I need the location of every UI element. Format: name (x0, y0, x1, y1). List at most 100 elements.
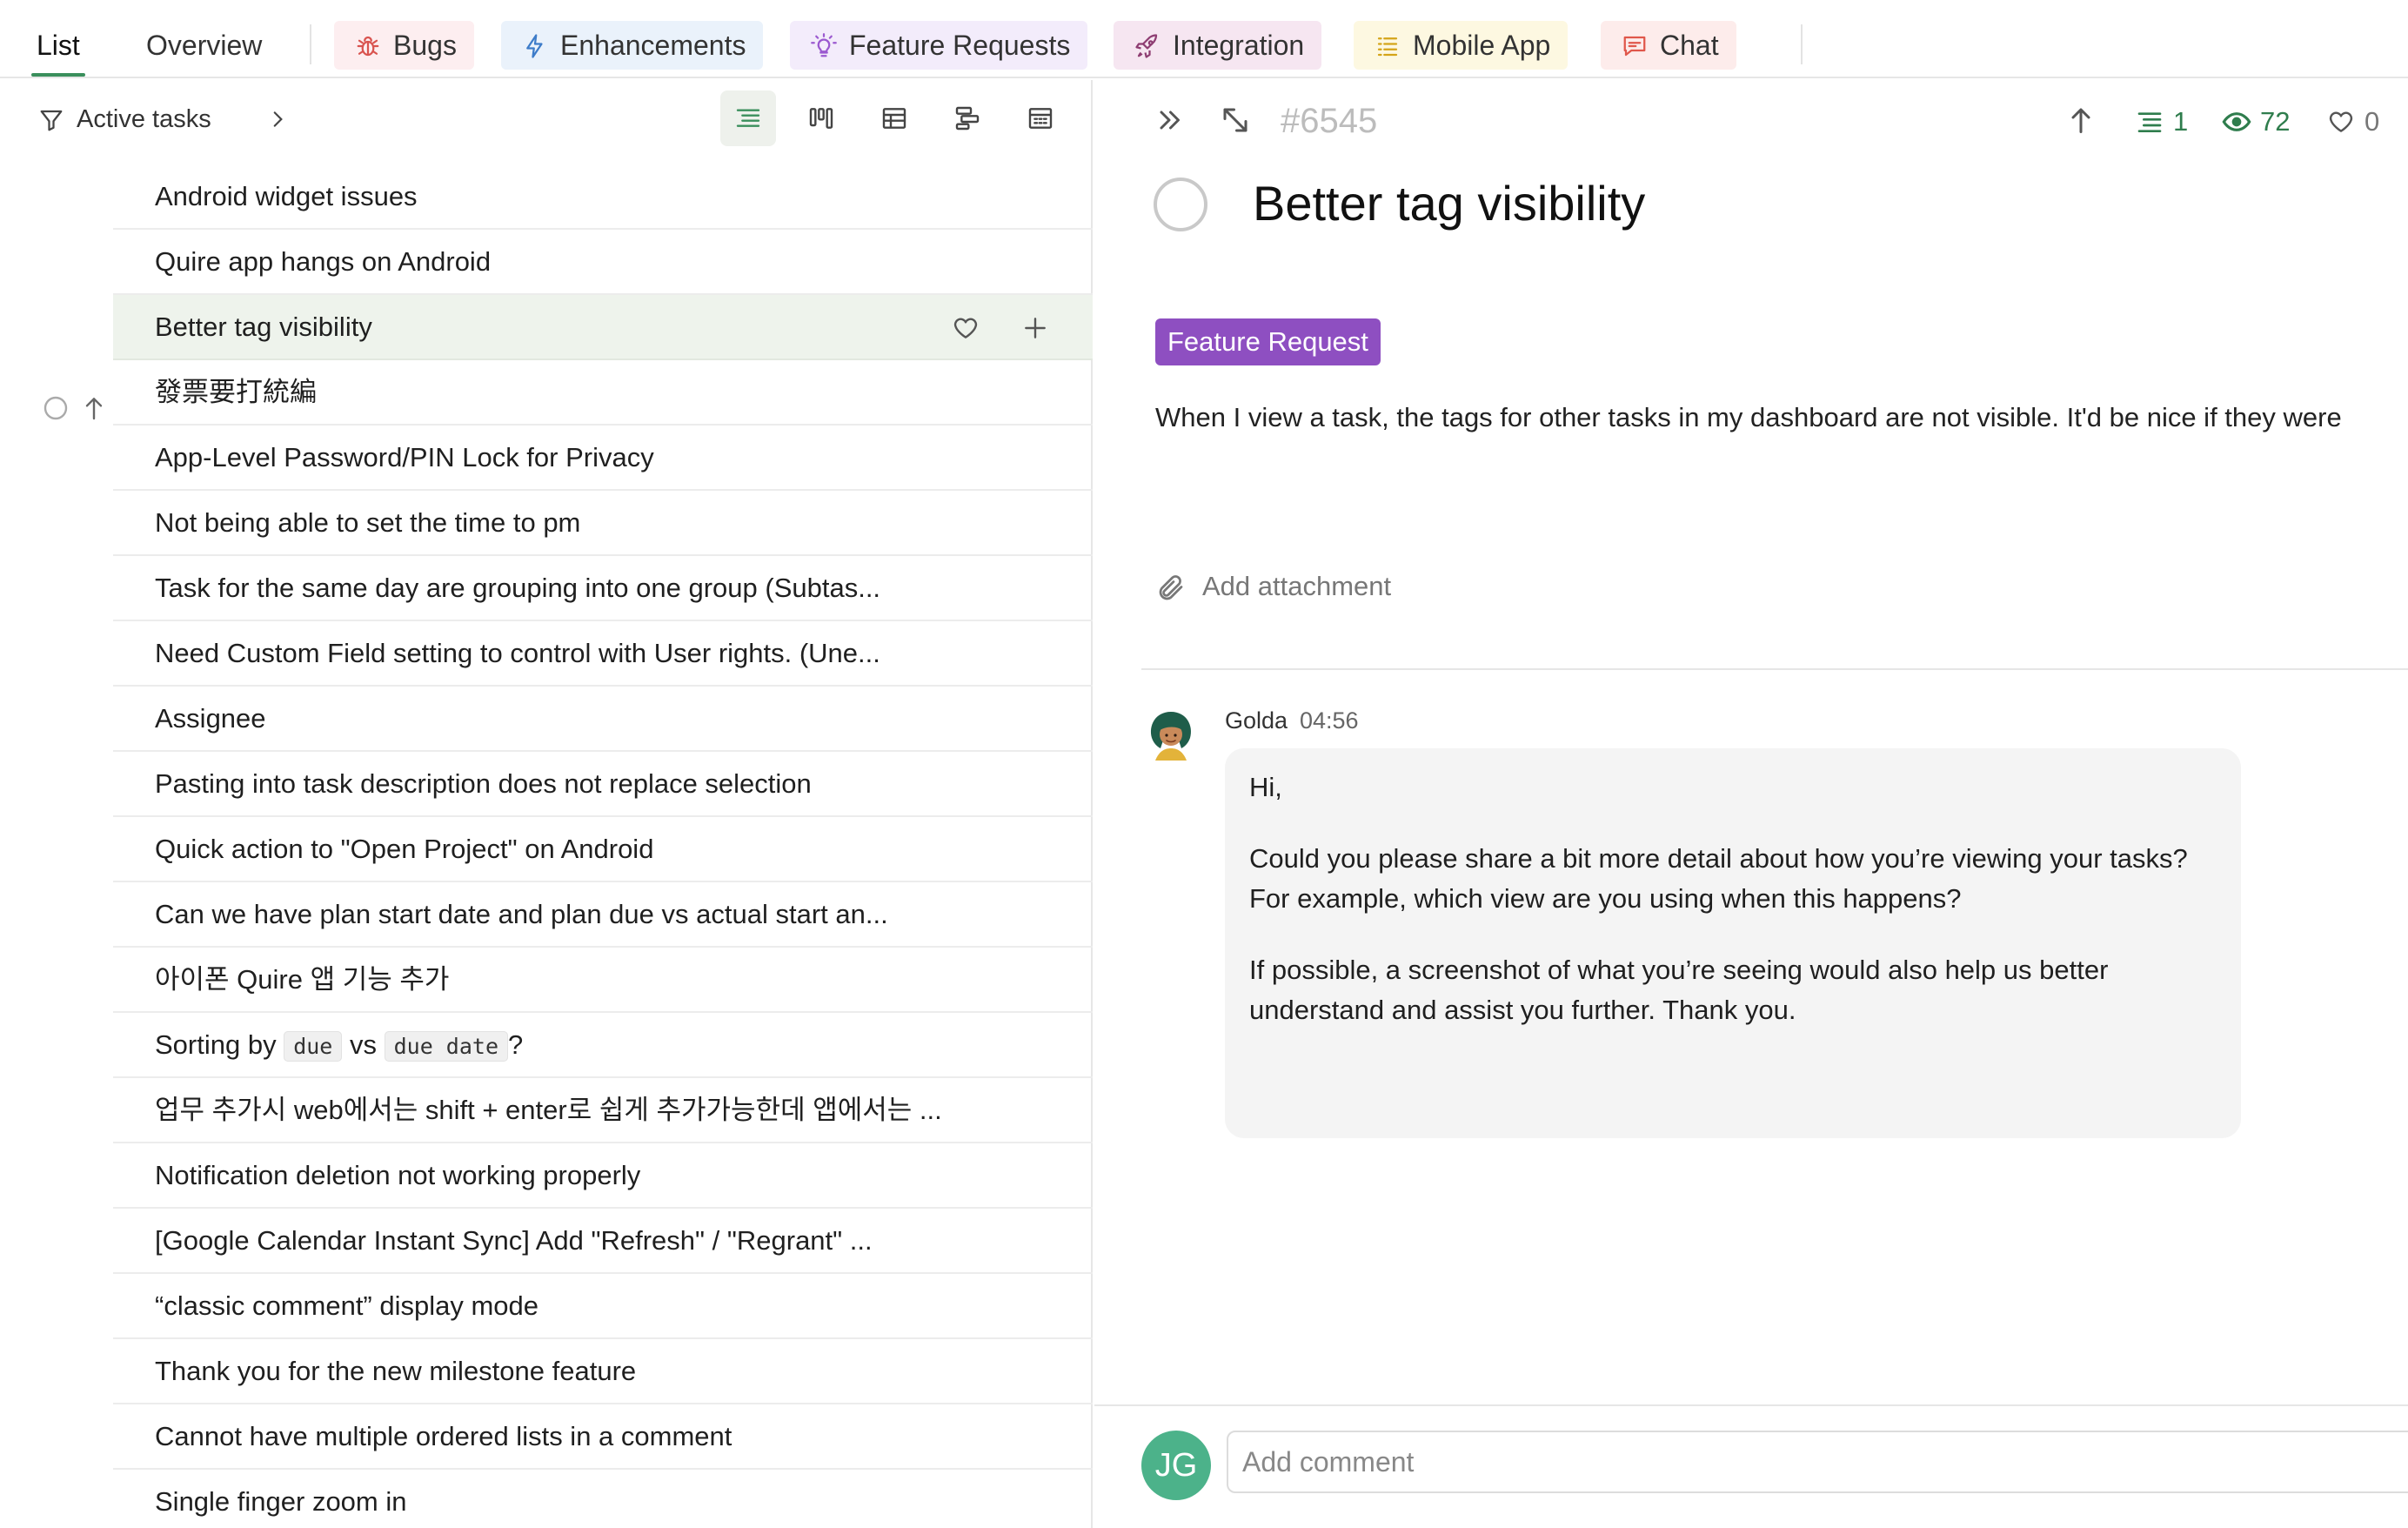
task-row[interactable]: Notification deletion not working proper… (113, 1143, 1093, 1209)
task-row[interactable]: Need Custom Field setting to control wit… (113, 621, 1093, 687)
task-title: 發票要打統編 (155, 377, 317, 407)
task-id: #6545 (1281, 102, 1378, 140)
task-row[interactable]: Single finger zoom in (113, 1470, 1093, 1528)
tab-label: Chat (1660, 30, 1719, 61)
comment-composer: JG (1094, 1404, 2408, 1528)
feature-request-tag[interactable]: Feature Request (1155, 318, 1381, 365)
tab-label: Integration (1173, 30, 1305, 61)
paperclip-icon (1159, 575, 1183, 600)
lightning-icon (526, 34, 543, 58)
tab-mobile-app[interactable]: Mobile App (1354, 21, 1569, 70)
tab-overview[interactable]: Overview (141, 16, 267, 75)
inline-code: due date (384, 1031, 509, 1062)
rocket-icon (1135, 34, 1158, 58)
task-title-part: ? (508, 1029, 524, 1060)
board-view-icon (809, 108, 833, 129)
task-row[interactable]: Task for the same day are grouping into … (113, 556, 1093, 621)
collapse-panel-icon[interactable] (1154, 104, 1185, 136)
task-title: App-Level Password/PIN Lock for Privacy (155, 442, 654, 472)
task-row[interactable]: Sorting by due vs due date? (113, 1013, 1093, 1078)
task-row[interactable]: Thank you for the new milestone feature (113, 1339, 1093, 1404)
user-avatar: JG (1141, 1431, 1211, 1500)
comment-paragraph: Hi, (1249, 772, 1282, 802)
task-row[interactable]: “classic comment” display mode (113, 1274, 1093, 1339)
chat-icon (1623, 36, 1646, 57)
task-title: 아이폰 Quire 앱 기능 추가 (155, 964, 450, 995)
tab-separator (1801, 24, 1803, 64)
chevron-right-icon[interactable] (266, 108, 289, 131)
active-tasks-filter[interactable]: Active tasks (38, 97, 211, 141)
tab-list[interactable]: List (31, 16, 85, 77)
timeline-view-button[interactable] (940, 90, 995, 146)
comment-bubble: Hi, Could you please share a bit more de… (1225, 748, 2241, 1138)
add-icon[interactable] (1021, 314, 1049, 342)
outline-view-button[interactable] (720, 90, 776, 146)
task-title: Cannot have multiple ordered lists in a … (155, 1421, 732, 1451)
calendar-view-button[interactable] (1013, 90, 1068, 146)
task-list-panel: Active tasks Android widget issues Quire… (0, 80, 1093, 1528)
tab-chat[interactable]: Chat (1601, 21, 1736, 70)
task-title: Quire app hangs on Android (155, 246, 492, 277)
add-attachment-button[interactable]: Add attachment (1155, 569, 1391, 604)
task-title: Task for the same day are grouping into … (155, 573, 881, 603)
task-row[interactable]: 업무 추가시 web에서는 shift + enter로 쉽게 추가가능한데 앱… (113, 1078, 1093, 1143)
board-view-button[interactable] (793, 90, 849, 146)
tab-label: Feature Requests (849, 30, 1071, 61)
task-row-selected[interactable]: Better tag visibility (113, 295, 1093, 360)
task-row[interactable]: App-Level Password/PIN Lock for Privacy (113, 426, 1093, 491)
heart-icon[interactable] (952, 314, 980, 342)
subtasks-count[interactable]: 1 (2135, 106, 2188, 137)
task-row[interactable]: 發票要打統編 (113, 360, 1093, 426)
task-description[interactable]: When I view a task, the tags for other t… (1155, 392, 2342, 444)
tab-feature-requests[interactable]: Feature Requests (790, 21, 1088, 70)
tab-separator (310, 24, 311, 64)
views-count[interactable]: 72 (2222, 106, 2290, 137)
views-count-value: 72 (2260, 106, 2291, 137)
list-icon (1377, 37, 1398, 57)
eye-icon (2222, 112, 2251, 131)
subtasks-icon (2137, 112, 2162, 132)
timeline-view-icon (955, 106, 980, 131)
task-title-part: Sorting by (155, 1029, 284, 1060)
top-tab-bar: List Overview Bugs Enhancements Feature … (0, 0, 2408, 78)
comment-author[interactable]: Golda (1225, 703, 1288, 738)
task-title-heading[interactable]: Better tag visibility (1253, 167, 1645, 240)
task-row[interactable]: Cannot have multiple ordered lists in a … (113, 1404, 1093, 1470)
task-title: Thank you for the new milestone feature (155, 1356, 637, 1386)
task-title: Single finger zoom in (155, 1486, 407, 1517)
task-row[interactable]: Can we have plan start date and plan due… (113, 882, 1093, 948)
comment-paragraph: If possible, a screenshot of what you’re… (1249, 955, 2109, 1025)
task-row[interactable]: [Google Calendar Instant Sync] Add "Refr… (113, 1209, 1093, 1274)
task-title: Assignee (155, 703, 266, 734)
task-title: [Google Calendar Instant Sync] Add "Refr… (155, 1225, 873, 1256)
tab-label: Mobile App (1413, 30, 1551, 61)
task-row[interactable]: Not being able to set the time to pm (113, 491, 1093, 556)
task-title: Need Custom Field setting to control wit… (155, 638, 880, 668)
heart-icon (2329, 111, 2353, 132)
task-title-part: vs (342, 1029, 385, 1060)
task-row[interactable]: Android widget issues (113, 164, 1093, 230)
task-row[interactable]: Assignee (113, 687, 1093, 752)
task-row[interactable]: 아이폰 Quire 앱 기능 추가 (113, 948, 1093, 1013)
task-row[interactable]: Quick action to "Open Project" on Androi… (113, 817, 1093, 882)
task-row[interactable]: Pasting into task description does not r… (113, 752, 1093, 817)
complete-circle-icon[interactable] (42, 394, 70, 422)
likes-count-value: 0 (2365, 106, 2380, 137)
calendar-view-icon (1028, 108, 1053, 129)
priority-arrow-icon[interactable] (2065, 104, 2097, 136)
task-title: 업무 추가시 web에서는 shift + enter로 쉽게 추가가능한데 앱… (155, 1095, 942, 1125)
tab-enhancements[interactable]: Enhancements (501, 21, 764, 70)
add-comment-input[interactable] (1227, 1431, 2408, 1493)
likes-count[interactable]: 0 (2326, 106, 2379, 137)
filter-icon (40, 110, 63, 131)
task-title: Sorting by due vs due date? (155, 1013, 523, 1076)
priority-arrow-icon[interactable] (80, 392, 108, 424)
tab-integration[interactable]: Integration (1114, 21, 1322, 70)
table-view-icon (882, 108, 906, 129)
tab-bugs[interactable]: Bugs (334, 21, 474, 70)
inline-code: due (284, 1031, 343, 1062)
task-row[interactable]: Quire app hangs on Android (113, 230, 1093, 295)
expand-icon[interactable] (1220, 104, 1251, 136)
table-view-button[interactable] (866, 90, 922, 146)
complete-task-checkbox[interactable] (1154, 178, 1207, 231)
